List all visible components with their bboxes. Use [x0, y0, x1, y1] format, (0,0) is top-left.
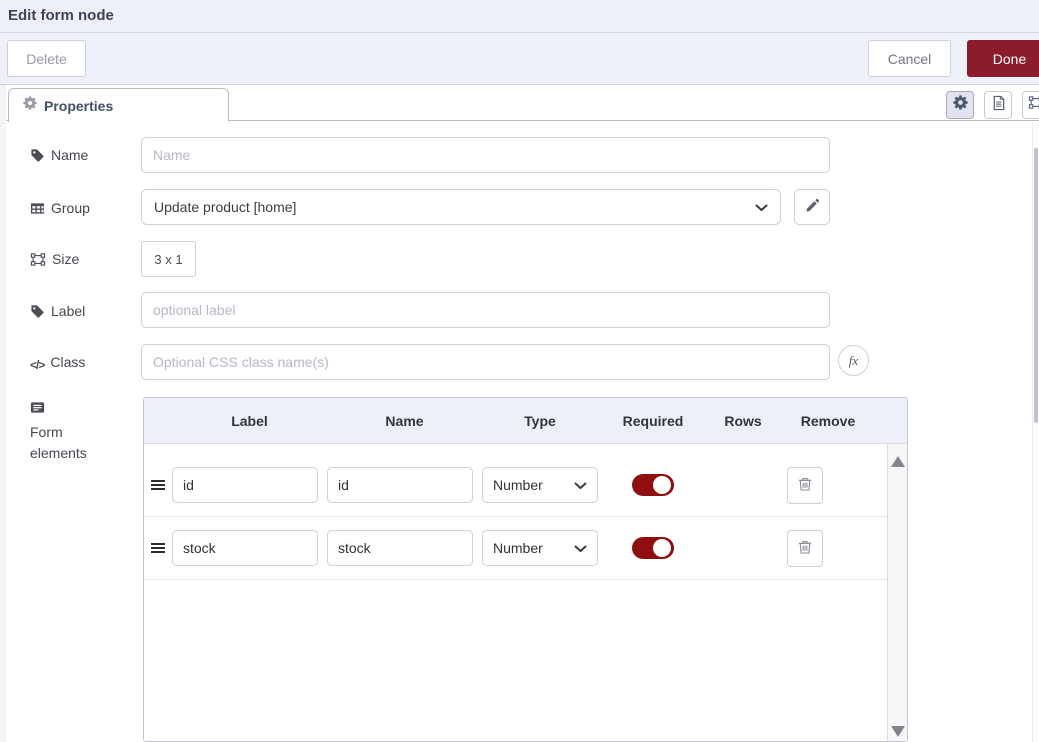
drag-handle-icon — [151, 543, 165, 545]
tab-properties[interactable]: Properties — [8, 88, 229, 122]
done-button[interactable]: Done — [967, 40, 1039, 77]
element-type-select[interactable]: Number — [482, 467, 598, 503]
fx-button[interactable]: fx — [838, 345, 869, 376]
label-input[interactable] — [141, 292, 830, 328]
scroll-down-arrow[interactable] — [891, 726, 905, 737]
panel-left-edge — [0, 85, 6, 742]
column-header-type: Type — [482, 413, 598, 429]
form-element-row: Number — [144, 517, 887, 580]
element-type-value: Number — [493, 540, 543, 556]
element-type-select[interactable]: Number — [482, 530, 598, 566]
cancel-button[interactable]: Cancel — [868, 40, 951, 77]
element-label-input[interactable] — [172, 467, 318, 503]
page-scrollbar-thumb[interactable] — [1034, 148, 1038, 423]
label-field-label: Label — [30, 301, 112, 325]
gear-icon — [953, 95, 968, 115]
table-icon — [30, 198, 45, 222]
name-input[interactable] — [141, 137, 830, 173]
toggle-knob — [653, 539, 671, 557]
required-toggle[interactable] — [632, 537, 674, 559]
form-elements-field-label: Form elements — [30, 397, 102, 464]
group-select-value: Update product [home] — [154, 199, 296, 215]
tab-strip: Properties — [0, 85, 1039, 121]
code-icon: </> — [30, 355, 44, 376]
appearance-tab-button[interactable] — [1022, 91, 1039, 119]
chevron-down-icon — [755, 199, 768, 215]
size-button[interactable]: 3 x 1 — [141, 241, 196, 277]
chevron-down-icon — [574, 477, 587, 493]
tag-icon — [30, 145, 45, 169]
toggle-knob — [653, 476, 671, 494]
form-elements-table: Label Name Type Required Rows Remove Num… — [143, 397, 908, 742]
element-type-value: Number — [493, 477, 543, 493]
dialog-header: Edit form node — [0, 0, 1039, 33]
table-scrollbar[interactable] — [887, 444, 907, 741]
drag-handle[interactable] — [144, 484, 172, 486]
class-input[interactable] — [141, 344, 830, 380]
list-icon — [30, 397, 45, 421]
page-scrollbar[interactable] — [1032, 122, 1039, 742]
group-field-label: Group — [30, 198, 112, 222]
dialog-toolbar: Delete Cancel Done — [0, 33, 1039, 85]
form-element-row: Number — [144, 454, 887, 517]
gear-icon — [23, 96, 37, 115]
edit-form-node-dialog: Edit form node Delete Cancel Done Proper… — [0, 0, 1039, 742]
name-field-label: Name — [30, 145, 112, 169]
element-name-input[interactable] — [327, 530, 473, 566]
column-header-rows: Rows — [708, 413, 778, 429]
element-label-input[interactable] — [172, 530, 318, 566]
delete-button[interactable]: Delete — [7, 40, 86, 77]
column-header-name: Name — [327, 413, 482, 429]
remove-element-button[interactable] — [787, 467, 823, 504]
document-icon — [991, 95, 1006, 116]
description-tab-button[interactable] — [984, 91, 1012, 119]
table-header-row: Label Name Type Required Rows Remove — [144, 398, 907, 444]
element-name-input[interactable] — [327, 467, 473, 503]
column-header-label: Label — [172, 413, 327, 429]
trash-icon — [797, 538, 813, 558]
object-group-icon — [1028, 95, 1039, 115]
trash-icon — [797, 475, 813, 495]
chevron-down-icon — [574, 540, 587, 556]
column-header-remove: Remove — [778, 413, 878, 429]
edit-group-button[interactable] — [794, 189, 830, 225]
remove-element-button[interactable] — [787, 530, 823, 567]
class-field-label: </> Class — [30, 352, 112, 376]
group-select[interactable]: Update product [home] — [141, 189, 781, 225]
required-toggle[interactable] — [632, 474, 674, 496]
drag-handle-icon — [151, 480, 165, 482]
drag-handle[interactable] — [144, 547, 172, 549]
object-group-icon — [30, 249, 46, 273]
column-header-required: Required — [598, 413, 708, 429]
size-field-label: Size — [30, 249, 112, 273]
scroll-up-arrow[interactable] — [891, 456, 905, 467]
tag-icon — [30, 301, 45, 325]
tab-properties-label: Properties — [44, 98, 113, 114]
pencil-icon — [805, 198, 820, 216]
properties-tab-button[interactable] — [946, 91, 974, 119]
dialog-title: Edit form node — [8, 7, 114, 24]
table-body: Number Number — [144, 444, 887, 741]
